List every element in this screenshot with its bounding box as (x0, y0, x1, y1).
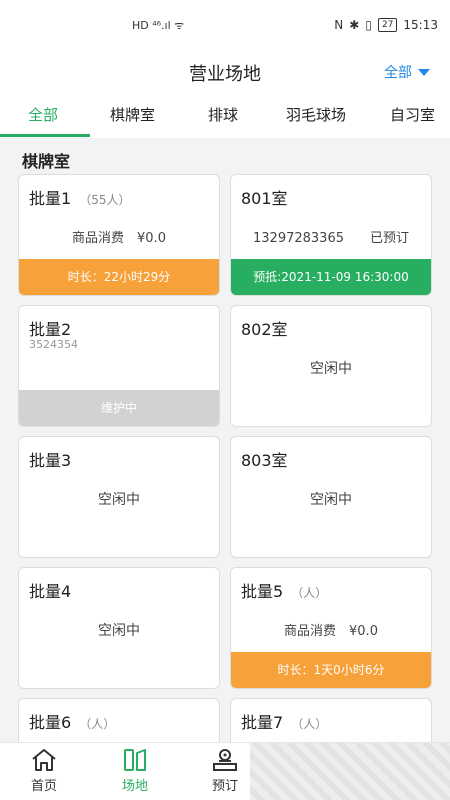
venue-name: 批量1 (29, 189, 72, 208)
section-title: 棋牌室 (22, 152, 71, 171)
network-indicators: HD ⁴⁶.ıl ᯤ (132, 18, 184, 33)
page-title: 营业场地 (189, 64, 261, 85)
venue-name: 802室 (241, 320, 288, 339)
tab-chess-room[interactable]: 棋牌室 (110, 104, 155, 125)
nav-label: 预订 (211, 779, 238, 794)
venue-card[interactable]: 批量1 （55人） 商品消费 ¥0.0 时长：22小时29分 (18, 174, 220, 296)
duration-banner: 时长：22小时29分 (19, 259, 219, 295)
venue-card[interactable]: 批量5 （人） 商品消费 ¥0.0 时长：1天0小时6分 (230, 567, 432, 689)
venue-capacity: （55人） (79, 193, 131, 207)
venue-capacity: （人） (291, 717, 328, 731)
venue-card[interactable]: 801室 13297283365 已预订 预抵:2021-11-09 16:30… (230, 174, 432, 296)
battery-icon: 27 (377, 18, 398, 32)
vibrate-icon: ▯ (365, 18, 372, 32)
venue-name: 801室 (241, 189, 288, 208)
venue-name: 批量5 (241, 582, 284, 601)
venue-status: 空闲中 (310, 492, 352, 508)
venue-icon (124, 749, 146, 771)
venue-consumption: 商品消费 ¥0.0 (284, 624, 378, 639)
nav-label: 场地 (121, 779, 148, 794)
nav-booking[interactable]: 预订 (195, 747, 255, 794)
filter-dropdown[interactable]: 全部 (384, 62, 430, 82)
nav-home[interactable]: 首页 (14, 747, 74, 794)
venue-status: 空闲中 (310, 361, 352, 377)
tab-all[interactable]: 全部 (28, 104, 58, 125)
home-icon (32, 749, 56, 771)
obscured-nav-area (250, 743, 450, 800)
category-tabs: 全部 棋牌室 排球 羽毛球场 自习室 (0, 92, 450, 138)
arrival-banner: 预抵:2021-11-09 16:30:00 (231, 259, 431, 295)
bluetooth-icon: ✱ (349, 18, 360, 32)
venue-name: 803室 (241, 451, 288, 470)
venue-status: 空闲中 (98, 623, 140, 639)
venue-name: 批量4 (29, 582, 72, 601)
bottom-nav: 首页 场地 预订 (0, 742, 450, 800)
maintenance-banner: 维护中 (19, 390, 219, 426)
tab-volleyball[interactable]: 排球 (208, 104, 238, 125)
system-indicators: N ✱ ▯ 27 15:13 (334, 18, 438, 32)
venue-name: 批量7 (241, 713, 284, 732)
venue-name: 批量2 (29, 320, 72, 339)
venue-note: 3524354 (29, 338, 78, 351)
venue-capacity: （人） (79, 717, 116, 731)
venue-card[interactable]: 802室 空闲中 (230, 305, 432, 427)
active-tab-indicator (0, 134, 90, 137)
venue-consumption: 商品消费 ¥0.0 (72, 231, 166, 246)
venue-card[interactable]: 803室 空闲中 (230, 436, 432, 558)
venue-card[interactable]: 批量4 空闲中 (18, 567, 220, 689)
booking-icon (213, 749, 237, 771)
booking-info: 13297283365 已预订 (253, 231, 409, 246)
venue-card[interactable]: 批量3 空闲中 (18, 436, 220, 558)
caret-down-icon (418, 68, 430, 76)
filter-label: 全部 (384, 65, 412, 81)
clock: 15:13 (403, 18, 438, 32)
venue-card[interactable]: 批量2 3524354 维护中 (18, 305, 220, 427)
nav-label: 首页 (30, 779, 57, 794)
duration-banner: 时长：1天0小时6分 (231, 652, 431, 688)
title-bar: 营业场地 全部 (0, 52, 450, 92)
venue-status: 空闲中 (98, 492, 140, 508)
status-bar: HD ⁴⁶.ıl ᯤ N ✱ ▯ 27 15:13 (0, 0, 450, 52)
venue-name: 批量6 (29, 713, 72, 732)
nfc-icon: N (334, 18, 344, 32)
tab-badminton[interactable]: 羽毛球场 (286, 104, 346, 125)
tab-study-room[interactable]: 自习室 (390, 104, 435, 125)
venue-name: 批量3 (29, 451, 72, 470)
signal-wifi-icon: HD ⁴⁶.ıl ᯤ (132, 19, 185, 32)
nav-venue[interactable]: 场地 (105, 747, 165, 794)
venue-capacity: （人） (291, 586, 328, 600)
